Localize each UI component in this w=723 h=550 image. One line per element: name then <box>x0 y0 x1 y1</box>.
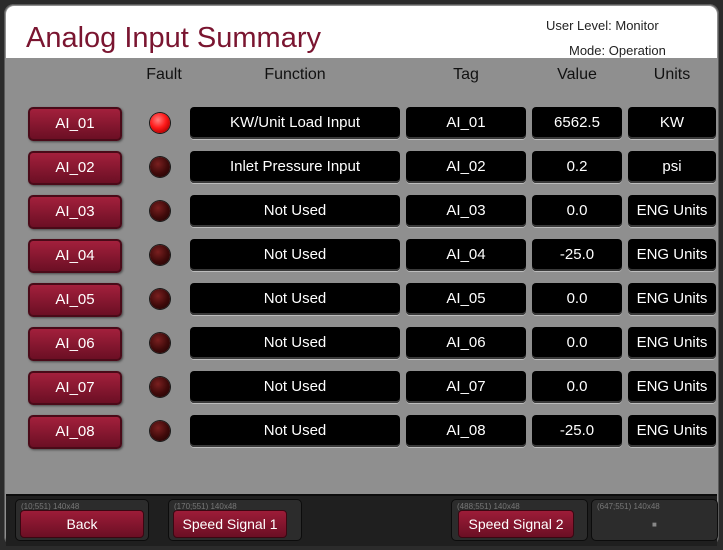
ai-button[interactable]: AI_07 <box>28 371 122 405</box>
units-field: KW <box>628 107 716 139</box>
ai-button[interactable]: AI_02 <box>28 151 122 185</box>
table-row: AI_06 Not Used AI_06 0.0 ENG Units <box>0 325 723 365</box>
fault-led-icon <box>150 421 170 441</box>
function-field: Inlet Pressure Input <box>190 151 400 183</box>
tag-field: AI_08 <box>406 415 526 447</box>
units-field: ENG Units <box>628 327 716 359</box>
user-level-label: User Level: Monitor <box>546 18 659 33</box>
empty-slot-meta: (647;551) 140x48 <box>597 502 660 511</box>
tag-field: AI_03 <box>406 195 526 227</box>
function-field: Not Used <box>190 283 400 315</box>
ai-button[interactable]: AI_06 <box>28 327 122 361</box>
column-header-value: Value <box>557 66 597 83</box>
page-title: Analog Input Summary <box>26 22 321 54</box>
tag-field: AI_06 <box>406 327 526 359</box>
back-button[interactable]: (10;551) 140x48 Back <box>15 499 149 541</box>
ai-button[interactable]: AI_01 <box>28 107 122 141</box>
value-field: 0.0 <box>532 327 622 359</box>
ai-button[interactable]: AI_03 <box>28 195 122 229</box>
empty-slot-square-icon: ■ <box>652 520 657 529</box>
units-field: ENG Units <box>628 415 716 447</box>
table-row: AI_03 Not Used AI_03 0.0 ENG Units <box>0 193 723 233</box>
speed-signal-1-label: Speed Signal 1 <box>173 510 287 538</box>
function-field: Not Used <box>190 327 400 359</box>
value-field: -25.0 <box>532 415 622 447</box>
value-field: 0.0 <box>532 195 622 227</box>
fault-led-icon <box>150 113 170 133</box>
table-row: AI_05 Not Used AI_05 0.0 ENG Units <box>0 281 723 321</box>
ai-button[interactable]: AI_04 <box>28 239 122 273</box>
tag-field: AI_04 <box>406 239 526 271</box>
function-field: Not Used <box>190 371 400 403</box>
units-field: ENG Units <box>628 283 716 315</box>
table-row: AI_02 Inlet Pressure Input AI_02 0.2 psi <box>0 149 723 189</box>
ai-button[interactable]: AI_08 <box>28 415 122 449</box>
column-header-tag: Tag <box>453 66 479 83</box>
function-field: Not Used <box>190 415 400 447</box>
value-field: 6562.5 <box>532 107 622 139</box>
table-row: AI_08 Not Used AI_08 -25.0 ENG Units <box>0 413 723 453</box>
fault-led-icon <box>150 289 170 309</box>
column-header-units: Units <box>653 66 691 83</box>
speed-signal-2-label: Speed Signal 2 <box>458 510 574 538</box>
value-field: 0.2 <box>532 151 622 183</box>
speed-signal-1-button[interactable]: (170;551) 140x48 Speed Signal 1 <box>168 499 302 541</box>
fault-led-icon <box>150 157 170 177</box>
column-header-function: Function <box>264 66 326 83</box>
function-field: Not Used <box>190 239 400 271</box>
function-field: KW/Unit Load Input <box>190 107 400 139</box>
value-field: -25.0 <box>532 239 622 271</box>
back-button-label: Back <box>20 510 144 538</box>
header-bar: Analog Input Summary User Level: Monitor… <box>6 6 717 58</box>
units-field: ENG Units <box>628 195 716 227</box>
tag-field: AI_05 <box>406 283 526 315</box>
table-row: AI_07 Not Used AI_07 0.0 ENG Units <box>0 369 723 409</box>
ai-button[interactable]: AI_05 <box>28 283 122 317</box>
table-row: AI_04 Not Used AI_04 -25.0 ENG Units <box>0 237 723 277</box>
units-field: ENG Units <box>628 371 716 403</box>
units-field: psi <box>628 151 716 183</box>
tag-field: AI_07 <box>406 371 526 403</box>
value-field: 0.0 <box>532 283 622 315</box>
empty-slot-button[interactable]: (647;551) 140x48 ■ <box>591 499 718 541</box>
fault-led-icon <box>150 377 170 397</box>
column-header-fault: Fault <box>146 66 182 83</box>
fault-led-icon <box>150 333 170 353</box>
mode-label: Mode: Operation <box>569 43 666 58</box>
function-field: Not Used <box>190 195 400 227</box>
fault-led-icon <box>150 201 170 221</box>
speed-signal-2-button[interactable]: (488;551) 140x48 Speed Signal 2 <box>451 499 588 541</box>
value-field: 0.0 <box>532 371 622 403</box>
tag-field: AI_02 <box>406 151 526 183</box>
fault-led-icon <box>150 245 170 265</box>
table-row: AI_01 KW/Unit Load Input AI_01 6562.5 KW <box>0 105 723 145</box>
tag-field: AI_01 <box>406 107 526 139</box>
units-field: ENG Units <box>628 239 716 271</box>
